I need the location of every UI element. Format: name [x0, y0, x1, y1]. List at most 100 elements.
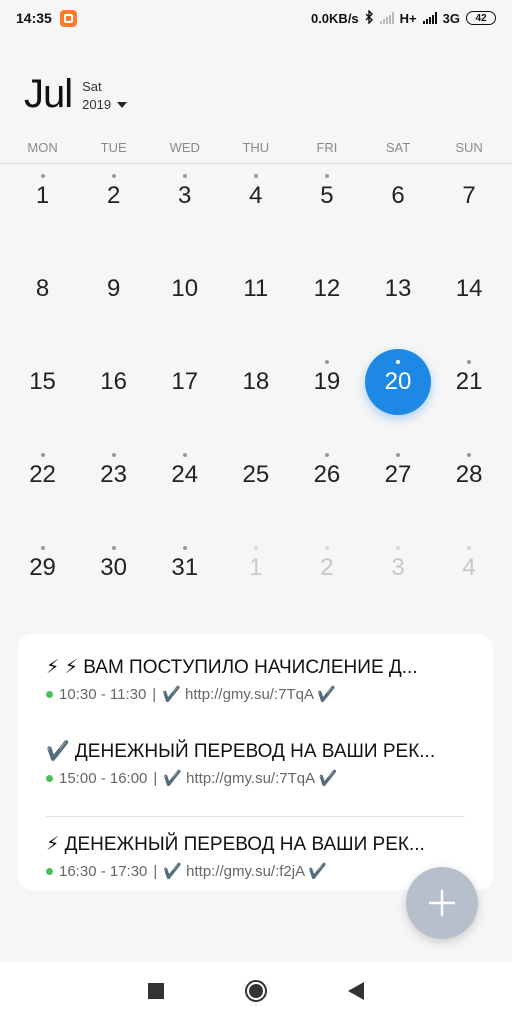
month-label: Jul	[24, 72, 73, 116]
recents-square-icon[interactable]	[148, 982, 164, 1004]
weekday-label: Sat	[82, 79, 102, 94]
day-cell[interactable]: 22	[7, 445, 78, 505]
event-indicator-dot	[40, 453, 45, 457]
add-event-button[interactable]	[406, 867, 478, 939]
day-number: 19	[313, 368, 341, 395]
day-number: 9	[106, 275, 121, 302]
day-cell[interactable]: 8	[7, 259, 78, 319]
event-indicator-dot	[324, 453, 329, 457]
event-item[interactable]: ⚡ ДЕНЕЖНЫЙ ПЕРЕВОД НА ВАШИ РЕК... 16:30 …	[46, 827, 465, 884]
bluetooth-icon	[365, 8, 374, 27]
event-indicator-dot	[40, 174, 45, 178]
event-indicator-dot	[467, 453, 472, 457]
day-cell[interactable]: 16	[78, 352, 149, 412]
event-title: ⚡ ⚡ ВАМ ПОСТУПИЛО НАЧИСЛЕНИЕ Д...	[46, 657, 418, 678]
day-cell[interactable]: 21	[434, 352, 505, 412]
day-number: 20	[384, 368, 412, 395]
event-item[interactable]: ⚡ ⚡ ВАМ ПОСТУПИЛО НАЧИСЛЕНИЕ Д... 10:30 …	[46, 650, 465, 722]
day-number: 3	[391, 554, 405, 581]
day-cell[interactable]: 31	[149, 538, 220, 598]
day-cell[interactable]: 28	[434, 445, 505, 505]
event-status-dot	[46, 774, 53, 782]
event-time: 15:00 - 16:00	[59, 769, 148, 787]
day-cell[interactable]: 4	[434, 538, 505, 598]
event-indicator-dot	[324, 546, 329, 550]
day-cell[interactable]: 7	[434, 166, 505, 226]
status-time: 14:35	[16, 10, 52, 26]
events-card: ⚡ ⚡ ВАМ ПОСТУПИЛО НАЧИСЛЕНИЕ Д... 10:30 …	[18, 634, 493, 890]
calendar-grid: 1 2 3 4 5 6 7 8 9 10 11 12 13 14 15 16 17 18 19 20 21 22 23 24 2…	[7, 164, 505, 629]
day-number: 13	[384, 275, 412, 302]
day-cell[interactable]: 30	[78, 538, 149, 598]
day-number: 11	[243, 275, 269, 302]
event-title: ✔️ ДЕНЕЖНЫЙ ПЕРЕВОД НА ВАШИ РЕК...	[46, 741, 436, 762]
home-circle-icon[interactable]	[244, 979, 268, 1008]
day-cell[interactable]: 17	[149, 352, 220, 412]
day-cell[interactable]: 1	[7, 166, 78, 226]
back-triangle-icon[interactable]	[348, 981, 364, 1005]
chevron-down-icon[interactable]	[117, 102, 128, 108]
day-number: 14	[455, 275, 483, 302]
app-notification-icon	[59, 9, 77, 27]
weekday-sun: SUN	[455, 140, 483, 155]
day-number: 17	[171, 368, 199, 395]
event-link: ✔️ http://gmy.su/:7TqA ✔️	[163, 770, 338, 787]
event-link: ✔️ http://gmy.su/:7TqA ✔️	[162, 686, 337, 703]
day-cell[interactable]: 24	[149, 445, 220, 505]
battery-icon: 42	[466, 11, 496, 25]
day-number: 30	[100, 554, 127, 581]
day-cell[interactable]: 3	[362, 538, 433, 598]
event-indicator-dot	[253, 174, 258, 178]
day-cell[interactable]: 2	[78, 166, 149, 226]
day-cell[interactable]: 1	[220, 538, 291, 598]
event-indicator-dot	[396, 453, 401, 457]
day-cell[interactable]: 14	[434, 259, 505, 319]
event-separator: |	[152, 685, 157, 703]
event-divider	[46, 816, 465, 817]
day-cell[interactable]: 5	[291, 166, 362, 226]
network-type-1: H+	[399, 10, 417, 26]
day-number: 8	[35, 275, 50, 302]
day-cell-today[interactable]: 20	[362, 349, 433, 415]
day-cell[interactable]: 29	[7, 538, 78, 598]
day-cell[interactable]: 2	[291, 538, 362, 598]
day-cell[interactable]: 18	[220, 352, 291, 412]
weekday-row: MON TUE WED THU FRI SAT SUN	[7, 140, 505, 155]
day-cell[interactable]: 13	[362, 259, 433, 319]
day-number: 22	[29, 461, 56, 488]
event-time: 10:30 - 11:30	[59, 685, 147, 703]
day-cell[interactable]: 25	[220, 445, 291, 505]
day-number: 2	[106, 182, 121, 209]
event-item[interactable]: ✔️ ДЕНЕЖНЫЙ ПЕРЕВОД НА ВАШИ РЕК... 15:00…	[46, 734, 465, 806]
day-number: 29	[29, 554, 56, 581]
event-indicator-dot	[111, 453, 116, 457]
day-number: 12	[313, 275, 341, 302]
day-cell[interactable]: 23	[78, 445, 149, 505]
day-number: 5	[320, 182, 334, 209]
day-cell[interactable]: 10	[149, 259, 220, 319]
month-header[interactable]: Jul Sat 2019	[24, 72, 128, 116]
event-indicator-dot	[182, 174, 187, 178]
year-label: 2019	[82, 97, 112, 112]
day-cell[interactable]: 15	[7, 352, 78, 412]
event-indicator-dot	[182, 453, 187, 457]
day-cell[interactable]: 4	[220, 166, 291, 226]
event-indicator-dot	[396, 360, 401, 364]
day-cell[interactable]: 6	[362, 166, 433, 226]
day-cell[interactable]: 27	[362, 445, 433, 505]
day-number: 7	[462, 182, 476, 209]
day-cell[interactable]: 19	[291, 352, 362, 412]
event-link: ✔️ http://gmy.su/:f2jA ✔️	[163, 863, 328, 880]
day-number: 4	[249, 182, 263, 209]
day-cell[interactable]: 3	[149, 166, 220, 226]
event-indicator-dot	[467, 546, 472, 550]
system-nav-bar	[0, 962, 512, 1024]
day-cell[interactable]: 26	[291, 445, 362, 505]
weekday-fri: FRI	[316, 140, 338, 155]
status-bar: 14:35 0.0KB/s H+ 3G 42	[0, 0, 512, 36]
day-cell[interactable]: 9	[78, 259, 149, 319]
day-cell[interactable]: 11	[220, 259, 291, 319]
day-cell[interactable]: 12	[291, 259, 362, 319]
day-number: 28	[455, 461, 483, 488]
day-number: 2	[320, 554, 334, 581]
